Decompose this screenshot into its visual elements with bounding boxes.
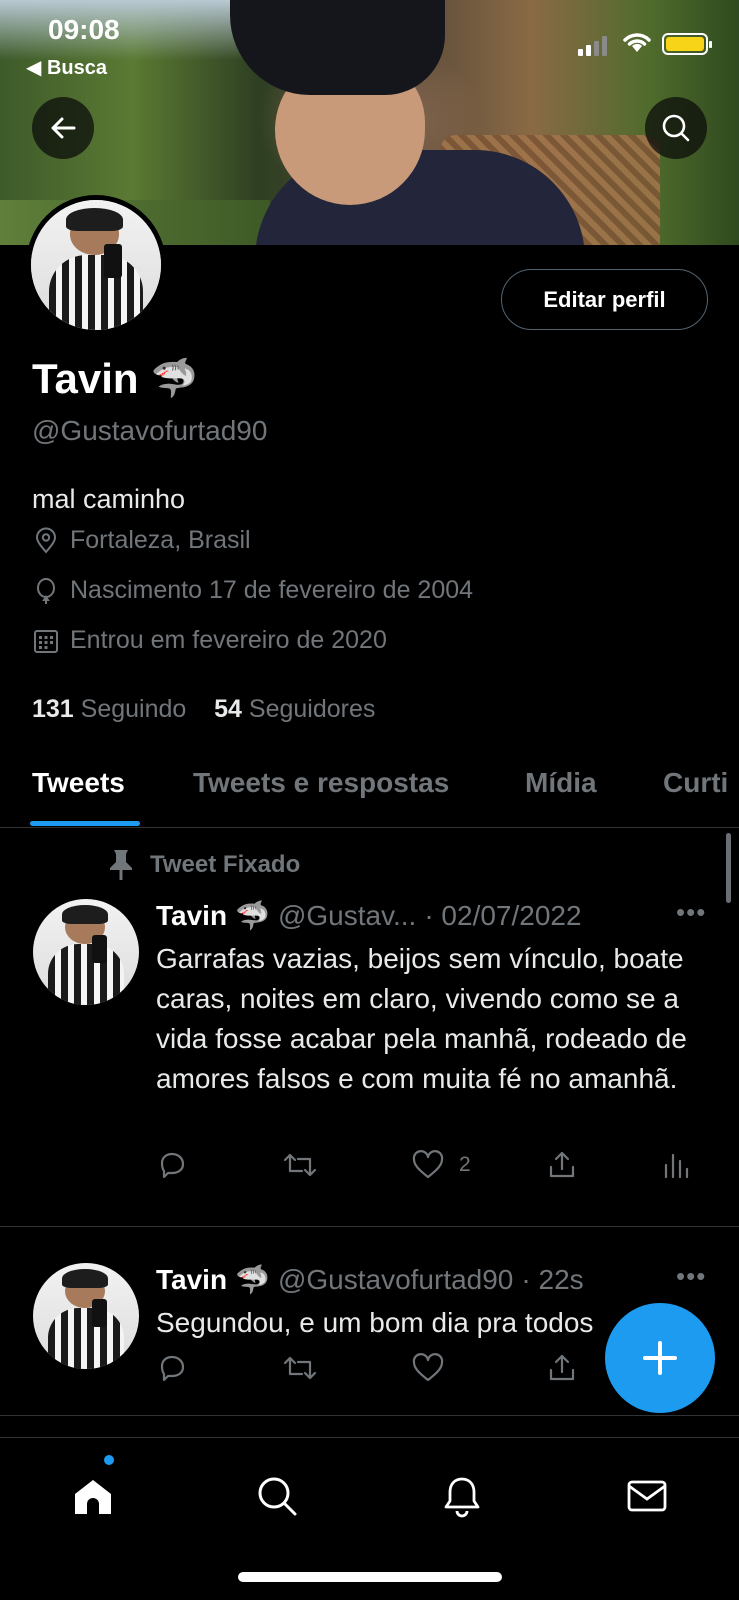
like-count: 2: [459, 1153, 471, 1176]
following-count: 131: [32, 695, 74, 723]
wifi-icon: [623, 33, 651, 52]
profile-location: Fortaleza, Brasil: [32, 526, 251, 555]
reply-button[interactable]: [156, 1149, 188, 1181]
balloon-icon: [37, 577, 55, 604]
share-icon: [549, 1354, 575, 1381]
profile-name: Tavin 🦈: [32, 355, 198, 403]
search-icon: [258, 1477, 297, 1516]
back-button[interactable]: [32, 97, 94, 159]
home-icon: [75, 1480, 111, 1514]
calendar-icon: [34, 629, 58, 653]
tweet-author-handle: @Gustav...: [277, 899, 417, 931]
tab-tweets-and-replies[interactable]: Tweets e respostas: [193, 767, 449, 799]
birthdate-text: Nascimento 17 de fevereiro de 2004: [70, 576, 474, 604]
shark-emoji: 🦈: [235, 900, 270, 931]
profile-tabs: Tweets Tweets e respostas Mídia Curti: [0, 745, 739, 828]
bell-icon: [444, 1477, 480, 1518]
retweet-icon: [283, 1153, 317, 1177]
reply-icon: [160, 1152, 185, 1179]
home-notification-dot: [104, 1455, 114, 1465]
search-icon: [662, 114, 690, 142]
heart-icon: [412, 1150, 444, 1179]
profile-name-text: Tavin: [32, 355, 139, 402]
tweet-date: · 22s: [521, 1263, 584, 1295]
tweet-text: Segundou, e um bom dia pra todos: [156, 1307, 594, 1338]
profile-bio: mal caminho: [32, 484, 186, 514]
nav-home[interactable]: [63, 1466, 123, 1526]
nav-messages[interactable]: [617, 1466, 677, 1526]
share-icon: [549, 1151, 575, 1178]
nav-search[interactable]: [247, 1466, 307, 1526]
following-link[interactable]: 131 Seguindo: [32, 695, 186, 723]
retweet-icon: [283, 1356, 317, 1380]
status-time: 09:08: [48, 14, 120, 45]
plus-icon: [643, 1341, 677, 1375]
reply-button[interactable]: [156, 1352, 188, 1384]
edit-profile-button[interactable]: Editar perfil: [501, 269, 708, 330]
tab-likes[interactable]: Curti: [663, 767, 728, 799]
tab-tweets[interactable]: Tweets: [32, 767, 125, 799]
profile-handle: @Gustavofurtad90: [32, 415, 268, 446]
profile-joined: Entrou em fevereiro de 2020: [32, 626, 387, 655]
joined-text: Entrou em fevereiro de 2020: [70, 626, 387, 654]
following-label: Seguindo: [80, 695, 187, 723]
tweet-item[interactable]: Tavin 🦈 @Gustav... · 02/07/2022 ••• Garr…: [0, 829, 739, 1227]
scrollbar[interactable]: [726, 833, 731, 903]
compose-tweet-button[interactable]: [605, 1303, 715, 1413]
profile-avatar[interactable]: [26, 195, 166, 335]
tweet-text: Garrafas vazias, beijos sem vínculo, boa…: [156, 943, 687, 1094]
status-bar: 09:08 ◀ Busca: [0, 0, 739, 90]
tweet-avatar[interactable]: [33, 899, 139, 1005]
tweet-actions: 2: [156, 1149, 696, 1189]
tweet-header: Tavin 🦈 @Gustav... · 02/07/2022: [156, 899, 582, 932]
followers-count: 54: [214, 695, 242, 723]
nav-notifications[interactable]: [432, 1466, 492, 1526]
active-tab-indicator: [30, 821, 140, 826]
shark-emoji: 🦈: [150, 358, 198, 400]
battery-icon: [662, 33, 712, 55]
location-pin-icon: [35, 527, 57, 554]
mail-icon: [627, 1480, 667, 1512]
like-button[interactable]: [411, 1352, 445, 1384]
profile-birthdate: Nascimento 17 de fevereiro de 2004: [32, 576, 473, 605]
more-options-icon[interactable]: •••: [676, 897, 706, 928]
tweet-avatar[interactable]: [33, 1263, 139, 1369]
back-to-app-link[interactable]: ◀ Busca: [26, 55, 107, 80]
home-indicator[interactable]: [238, 1572, 502, 1582]
retweet-button[interactable]: [282, 1149, 318, 1181]
retweet-button[interactable]: [282, 1352, 318, 1384]
heart-icon: [412, 1353, 444, 1382]
like-button[interactable]: 2: [411, 1149, 471, 1181]
location-text: Fortaleza, Brasil: [70, 526, 251, 554]
share-button[interactable]: [546, 1352, 578, 1384]
tab-media[interactable]: Mídia: [525, 767, 597, 799]
shark-emoji: 🦈: [235, 1264, 270, 1295]
followers-label: Seguidores: [248, 695, 376, 723]
analytics-button[interactable]: [663, 1149, 689, 1181]
tweet-author-name: Tavin: [156, 899, 228, 931]
follow-stats: 131 Seguindo 54 Seguidores: [32, 695, 375, 724]
cellular-signal-icon: [578, 36, 608, 56]
analytics-icon: [664, 1153, 689, 1179]
tweet-author-name: Tavin: [156, 1263, 228, 1295]
tweet-author-handle: @Gustavofurtad90: [277, 1263, 514, 1295]
more-options-icon[interactable]: •••: [676, 1261, 706, 1292]
arrow-left-icon: [51, 117, 76, 139]
search-button[interactable]: [645, 97, 707, 159]
reply-icon: [160, 1355, 185, 1382]
followers-link[interactable]: 54 Seguidores: [214, 695, 375, 723]
share-button[interactable]: [546, 1149, 578, 1181]
tweet-date: · 02/07/2022: [424, 899, 582, 931]
tweet-header: Tavin 🦈 @Gustavofurtad90 · 22s: [156, 1263, 584, 1296]
